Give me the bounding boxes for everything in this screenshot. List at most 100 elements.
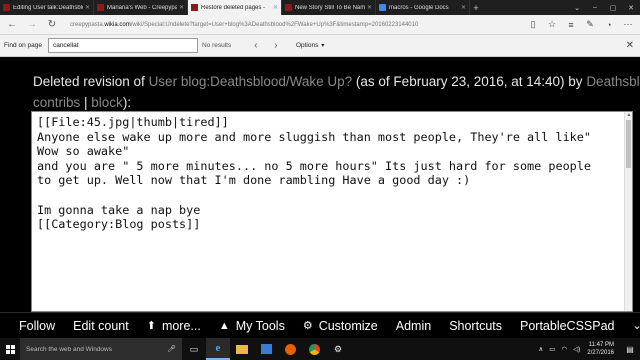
network-icon[interactable]: ◠ bbox=[561, 345, 567, 353]
close-tab-icon[interactable]: ✕ bbox=[85, 4, 90, 11]
favorite-star-icon[interactable]: ☆ bbox=[544, 17, 560, 33]
heading-prefix: Deleted revision of bbox=[33, 74, 149, 89]
collapse-toolbar-icon[interactable]: ⌄ bbox=[624, 319, 640, 332]
maximize-icon[interactable]: ▢ bbox=[604, 0, 622, 15]
tab-label: Mariana's Web - Creepypas bbox=[107, 4, 177, 11]
revision-text: [[File:45.jpg|thumb|tired]] Anyone else … bbox=[37, 115, 591, 232]
address-bar: ← → ↻ creepypasta. wikia.com/wiki/Special… bbox=[0, 15, 640, 35]
battery-icon[interactable]: ▭ bbox=[549, 345, 555, 353]
revision-textarea[interactable]: [[File:45.jpg|thumb|tired]] Anyone else … bbox=[31, 111, 633, 312]
heading-date: (as of February 23, 2016, at 14:40) by bbox=[352, 74, 587, 89]
taskbar-clock[interactable]: 11:47 PM 2/27/2016 bbox=[587, 341, 614, 357]
close-tab-icon[interactable]: ✕ bbox=[179, 4, 184, 11]
windows-taskbar: Search the web and Windows 🎤︎ ▭ e ⚙ ∧ ▭ … bbox=[0, 338, 640, 360]
show-hidden-icons-icon[interactable]: ∧ bbox=[539, 345, 544, 353]
windows-logo-icon bbox=[5, 344, 15, 354]
find-next-icon[interactable]: › bbox=[268, 40, 284, 51]
my-tools-label: My Tools bbox=[235, 318, 285, 333]
tab-label: New Story Still To Be Name bbox=[295, 4, 365, 11]
share-icon[interactable]: ◔ bbox=[601, 17, 617, 33]
tab-preview-icon[interactable]: ⌄ bbox=[568, 0, 586, 15]
browser-tab-active[interactable]: Restore deleted pages - ✕ bbox=[188, 0, 282, 15]
arrow-up-icon: ⬆ bbox=[146, 320, 156, 332]
textarea-scrollbar[interactable]: ▲ bbox=[624, 112, 632, 311]
creepypasta-favicon-icon bbox=[191, 4, 198, 11]
my-tools-button[interactable]: ▲ My Tools bbox=[210, 319, 294, 333]
block-link[interactable]: block bbox=[91, 95, 123, 110]
minimize-icon[interactable]: – bbox=[586, 0, 604, 15]
browser-tab[interactable]: New Story Still To Be Name ✕ bbox=[282, 0, 376, 15]
admin-button[interactable]: Admin bbox=[387, 319, 440, 333]
close-find-icon[interactable]: ✕ bbox=[626, 40, 634, 51]
reading-view-icon[interactable]: ▯ bbox=[525, 17, 541, 33]
url-path: /wiki/Special:Undelete?target=User+blog%… bbox=[130, 21, 419, 28]
microphone-icon[interactable]: 🎤︎ bbox=[167, 345, 176, 353]
hub-icon[interactable]: ≡ bbox=[563, 17, 579, 33]
url-field[interactable]: creepypasta. wikia.com/wiki/Special:Undel… bbox=[64, 18, 522, 32]
refresh-icon[interactable]: ↻ bbox=[44, 17, 60, 33]
browser-tab-bar: Editing User talk:Deathsblo ✕ Mariana's … bbox=[0, 0, 640, 15]
forward-arrow-icon[interactable]: → bbox=[24, 17, 40, 33]
portable-css-pad-button[interactable]: PortableCSSPad bbox=[511, 319, 624, 333]
find-input[interactable]: cancellat bbox=[47, 38, 198, 53]
tab-label: Restore deleted pages - bbox=[201, 4, 266, 11]
wiki-bottom-toolbar: Follow Edit count ⬆ more... ▲ My Tools ⚙… bbox=[0, 312, 640, 338]
page-content: Deleted revision of User blog:Deathsbloo… bbox=[0, 57, 640, 312]
find-on-page-bar: Find on page cancellat No results ‹ › Op… bbox=[0, 35, 640, 57]
page-heading-line2: contribs | block): bbox=[33, 92, 131, 113]
system-tray: ∧ ▭ ◠ ◁) 11:47 PM 2/27/2016 ▤ bbox=[536, 341, 640, 357]
new-tab-button[interactable]: + bbox=[470, 0, 482, 15]
clock-time: 11:47 PM bbox=[588, 342, 614, 348]
scroll-up-icon[interactable]: ▲ bbox=[626, 113, 632, 118]
find-previous-icon[interactable]: ‹ bbox=[248, 40, 264, 51]
shortcuts-button[interactable]: Shortcuts bbox=[440, 319, 511, 333]
tab-label: Editing User talk:Deathsblo bbox=[13, 4, 83, 11]
caret-up-icon: ▲ bbox=[218, 319, 230, 332]
taskbar-search-placeholder: Search the web and Windows bbox=[26, 345, 112, 353]
browser-tab[interactable]: Mariana's Web - Creepypas ✕ bbox=[94, 0, 188, 15]
file-explorer-icon[interactable] bbox=[230, 338, 254, 360]
settings-gear-icon[interactable]: ⚙ bbox=[326, 338, 350, 360]
follow-button[interactable]: Follow bbox=[0, 319, 64, 333]
firefox-icon[interactable] bbox=[278, 338, 302, 360]
creepypasta-favicon-icon bbox=[97, 4, 104, 11]
creepypasta-favicon-icon bbox=[285, 4, 292, 11]
find-options-button[interactable]: Options ▾ bbox=[296, 42, 324, 49]
customize-label: Customize bbox=[318, 318, 378, 333]
tab-label: macros - Google Docs bbox=[389, 4, 449, 11]
close-tab-icon[interactable]: ✕ bbox=[367, 4, 372, 11]
find-result-count: No results bbox=[201, 42, 232, 49]
start-button[interactable] bbox=[0, 338, 20, 360]
clock-date: 2/27/2016 bbox=[587, 350, 614, 356]
author-link[interactable]: Deathsblood bbox=[586, 74, 640, 89]
more-label: more... bbox=[161, 318, 201, 333]
find-options-label: Options bbox=[295, 42, 319, 49]
close-window-icon[interactable]: ✕ bbox=[622, 0, 640, 15]
taskbar-search-box[interactable]: Search the web and Windows 🎤︎ bbox=[20, 338, 182, 360]
close-tab-icon[interactable]: ✕ bbox=[273, 4, 278, 11]
url-domain: wikia.com bbox=[104, 21, 131, 28]
action-center-icon[interactable]: ▤ bbox=[623, 345, 637, 354]
edge-browser-icon[interactable]: e bbox=[206, 338, 230, 360]
browser-tab[interactable]: Editing User talk:Deathsblo ✕ bbox=[0, 0, 94, 15]
revision-page-link[interactable]: User blog:Deathsblood/Wake Up? bbox=[149, 74, 353, 89]
url-prefix: creepypasta. bbox=[70, 21, 105, 28]
store-icon[interactable] bbox=[254, 338, 278, 360]
contribs-link[interactable]: contribs bbox=[33, 95, 80, 110]
browser-tab[interactable]: macros - Google Docs ✕ bbox=[376, 0, 470, 15]
volume-icon[interactable]: ◁) bbox=[573, 345, 580, 353]
page-heading: Deleted revision of User blog:Deathsbloo… bbox=[33, 71, 640, 92]
task-view-icon[interactable]: ▭ bbox=[182, 338, 206, 360]
web-note-icon[interactable]: ✎ bbox=[582, 17, 598, 33]
close-tab-icon[interactable]: ✕ bbox=[461, 4, 466, 11]
chrome-icon[interactable] bbox=[302, 338, 326, 360]
more-button[interactable]: ⬆ more... bbox=[138, 319, 210, 333]
link-separator: | bbox=[80, 95, 92, 110]
scrollbar-thumb[interactable] bbox=[626, 120, 631, 168]
back-arrow-icon[interactable]: ← bbox=[4, 17, 20, 33]
more-actions-icon[interactable]: ⋯ bbox=[620, 17, 636, 33]
customize-button[interactable]: ⚙ Customize bbox=[294, 319, 387, 333]
find-label: Find on page bbox=[4, 42, 42, 49]
edit-count-button[interactable]: Edit count bbox=[64, 319, 138, 333]
google-docs-favicon-icon bbox=[379, 4, 386, 11]
